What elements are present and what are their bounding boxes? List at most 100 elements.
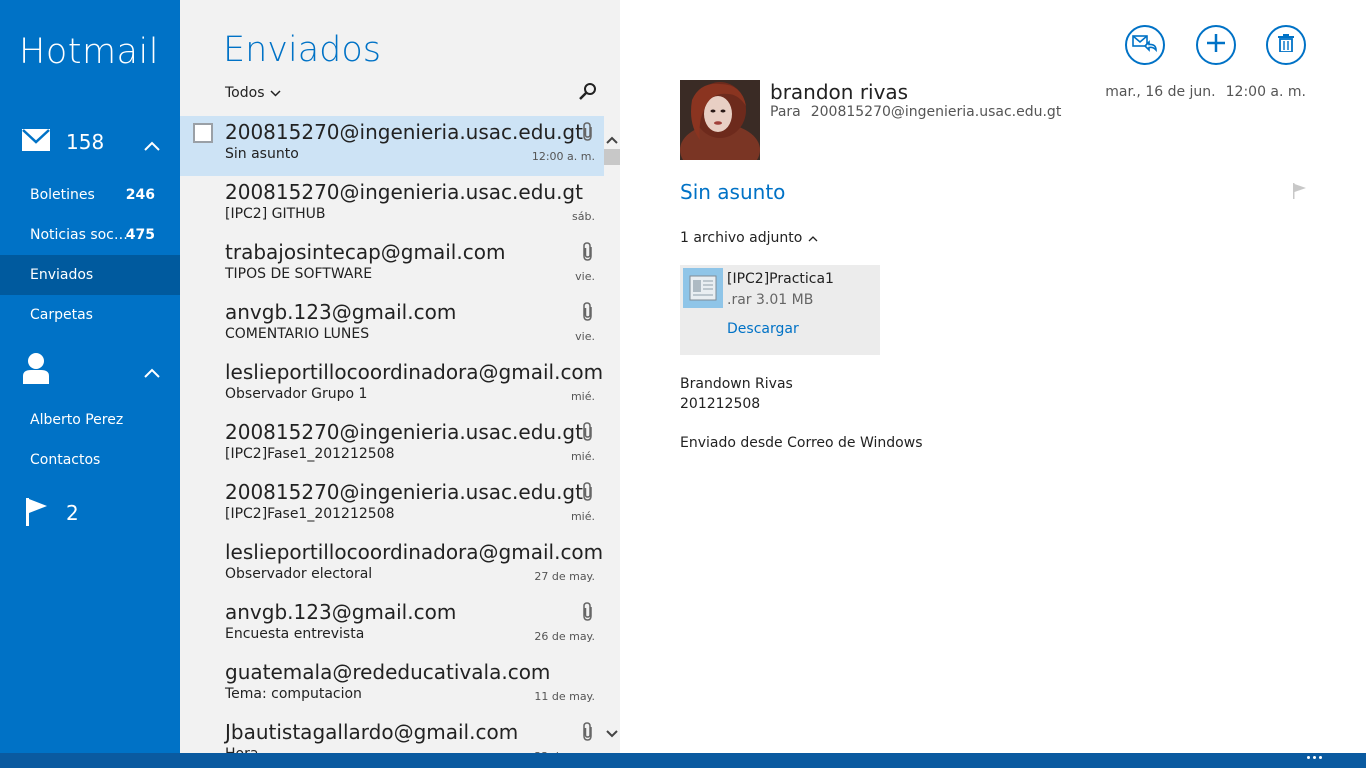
people-label: Alberto Perez	[30, 412, 124, 428]
recipient-address[interactable]: 200815270@ingenieria.usac.edu.gt	[811, 104, 1062, 120]
message-date: mar., 16 de jun. 12:00 a. m.	[1105, 84, 1306, 100]
message-list-pane: Enviados Todos 200815270@ingenieria.usac…	[180, 0, 620, 753]
message-list-scrollbar[interactable]	[604, 117, 620, 753]
flag-icon	[26, 498, 48, 530]
folder-label: Noticias soc…	[30, 227, 128, 243]
message-row[interactable]: 200815270@ingenieria.usac.edu.gt Sin asun…	[180, 116, 604, 176]
flagged-section[interactable]: 2	[0, 494, 180, 534]
people-label: Contactos	[30, 452, 101, 468]
message-subject-preview: Tema: computacion	[225, 686, 362, 702]
flagged-count: 2	[66, 501, 79, 525]
message-row[interactable]: leslieportillocoordinadora@gmail.com Obse…	[180, 356, 604, 416]
download-link[interactable]: Descargar	[727, 321, 799, 337]
message-subject-preview: Hora	[225, 746, 258, 753]
body-line: 201212508	[680, 396, 761, 412]
people-section-header[interactable]	[0, 350, 180, 390]
reply-button[interactable]	[1125, 25, 1165, 65]
message-row[interactable]: trabajosintecap@gmail.com TIPOS DE SOFTWA…	[180, 236, 604, 296]
more-options-icon[interactable]	[1307, 756, 1322, 759]
message-sender: Jbautistagallardo@gmail.com	[225, 720, 519, 744]
message-sender: guatemala@rededucativala.com	[225, 660, 551, 684]
mail-icon	[22, 129, 50, 155]
message-row[interactable]: 200815270@ingenieria.usac.edu.gt [IPC2] G…	[180, 176, 604, 236]
message-sender: 200815270@ingenieria.usac.edu.gt	[225, 180, 583, 204]
attachment-icon	[580, 302, 596, 322]
message-sender: 200815270@ingenieria.usac.edu.gt	[225, 420, 583, 444]
body-signature: Enviado desde Correo de Windows	[680, 435, 923, 451]
to-label: Para	[770, 104, 801, 120]
attachment-card[interactable]: [IPC2]Practica1 .rar 3.01 MB Descargar	[680, 265, 880, 355]
attachment-icon	[580, 242, 596, 262]
sender-avatar	[680, 80, 760, 160]
people-contactos[interactable]: Contactos	[0, 440, 180, 480]
message-date: 11 de may.	[534, 690, 595, 703]
message-subject-preview: Observador electoral	[225, 566, 373, 582]
message-date: mié.	[570, 390, 595, 403]
delete-button[interactable]	[1266, 25, 1306, 65]
message-date: vie.	[575, 270, 595, 283]
attachment-icon	[580, 482, 596, 502]
message-date-text: mar., 16 de jun.	[1105, 84, 1216, 100]
trash-icon	[1278, 34, 1294, 56]
message-sender: leslieportillocoordinadora@gmail.com	[225, 360, 604, 384]
message-sender: anvgb.123@gmail.com	[225, 600, 457, 624]
message-subject: Sin asunto	[680, 180, 786, 204]
scroll-down-icon[interactable]	[606, 723, 618, 742]
message-subject-preview: [IPC2]Fase1_201212508	[225, 446, 395, 462]
message-sender: leslieportillocoordinadora@gmail.com	[225, 540, 604, 564]
message-row[interactable]: 200815270@ingenieria.usac.edu.gt [IPC2]Fa…	[180, 476, 604, 536]
folder-label: Enviados	[30, 267, 94, 283]
message-subject-preview: [IPC2]Fase1_201212508	[225, 506, 395, 522]
attachment-icon	[580, 722, 596, 742]
collapse-mail-icon[interactable]	[144, 136, 160, 155]
message-row[interactable]: Jbautistagallardo@gmail.comHora22 de may…	[180, 716, 604, 753]
message-subject-preview: [IPC2] GITHUB	[225, 206, 326, 222]
filter-dropdown[interactable]: Todos	[225, 85, 282, 101]
flag-message-icon[interactable]	[1293, 183, 1307, 199]
message-row[interactable]: leslieportillocoordinadora@gmail.com Obse…	[180, 536, 604, 596]
filter-label: Todos	[225, 85, 265, 101]
folder-boletines[interactable]: Boletines 246	[0, 175, 180, 215]
message-date: vie.	[575, 330, 595, 343]
message-date: 26 de may.	[534, 630, 595, 643]
folder-enviados[interactable]: Enviados	[0, 255, 180, 295]
message-date: mié.	[570, 450, 595, 463]
search-icon[interactable]	[578, 82, 598, 102]
recipient-line: Para 200815270@ingenieria.usac.edu.gt	[770, 104, 1061, 120]
attachment-icon	[580, 122, 596, 142]
reading-pane: brandon rivas Para 200815270@ingenieria.u…	[620, 0, 1366, 753]
select-checkbox[interactable]	[193, 123, 213, 143]
folder-label: Boletines	[30, 187, 95, 203]
folder-label: Carpetas	[30, 307, 93, 323]
attachments-toggle[interactable]: 1 archivo adjunto	[680, 230, 818, 246]
sender-name[interactable]: brandon rivas	[770, 80, 908, 104]
folder-noticias-sociales[interactable]: Noticias soc… 475	[0, 215, 180, 255]
folder-carpetas[interactable]: Carpetas	[0, 295, 180, 335]
new-message-button[interactable]	[1196, 25, 1236, 65]
message-subject-preview: Sin asunto	[225, 146, 299, 162]
mail-section-header[interactable]: 158	[0, 124, 180, 164]
unread-count: 158	[66, 130, 105, 154]
reply-icon	[1132, 32, 1158, 58]
people-alberto-perez[interactable]: Alberto Perez	[0, 400, 180, 440]
scroll-up-icon[interactable]	[606, 129, 618, 148]
attachment-name: [IPC2]Practica1	[727, 271, 834, 287]
folder-badge: 246	[125, 187, 155, 203]
message-subject-preview: TIPOS DE SOFTWARE	[225, 266, 373, 282]
message-row[interactable]: anvgb.123@gmail.com COMENTARIO LUNES vie.	[180, 296, 604, 356]
message-time: 12:00 a. m.	[1225, 84, 1306, 100]
message-row[interactable]: anvgb.123@gmail.com Encuesta entrevista 26…	[180, 596, 604, 656]
message-subject-preview: Encuesta entrevista	[225, 626, 365, 642]
plus-icon	[1206, 33, 1226, 57]
app-title: Hotmail	[19, 32, 159, 72]
navigation-pane: Hotmail 158 Boletines 246 Noticias soc… …	[0, 0, 180, 753]
message-row[interactable]: 200815270@ingenieria.usac.edu.gt [IPC2]Fa…	[180, 416, 604, 476]
chevron-up-icon	[808, 230, 818, 246]
scroll-thumb[interactable]	[604, 149, 620, 165]
folder-title: Enviados	[223, 30, 382, 70]
message-row[interactable]: guatemala@rededucativala.com Tema: comput…	[180, 656, 604, 716]
collapse-people-icon[interactable]	[144, 363, 160, 382]
message-subject-preview: Observador Grupo 1	[225, 386, 368, 402]
attachment-meta: .rar 3.01 MB	[727, 292, 814, 308]
message-date: sáb.	[572, 210, 595, 223]
